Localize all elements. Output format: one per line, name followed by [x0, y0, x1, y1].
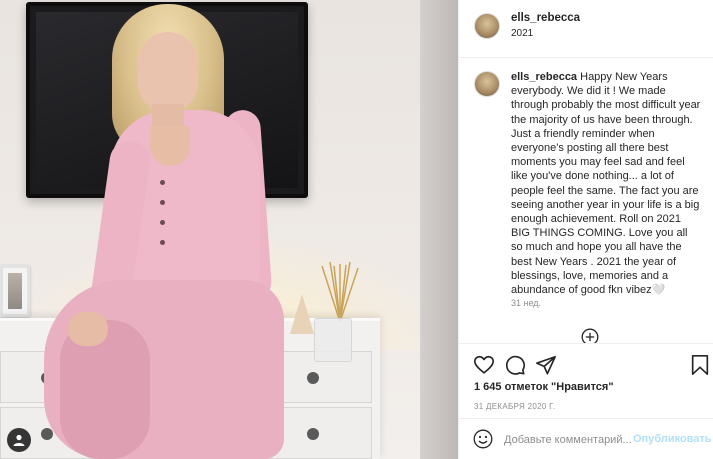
emoji-icon[interactable] [473, 429, 493, 449]
person-hand [68, 312, 108, 346]
plus-circle-icon[interactable] [581, 328, 599, 343]
caption-timestamp[interactable]: 31 нед. [511, 298, 541, 308]
person-neckline [150, 126, 190, 166]
caption: ells_rebecca Happy New Years everybody. … [511, 70, 701, 297]
comment-icon[interactable] [504, 354, 526, 376]
bookmark-icon[interactable] [689, 354, 711, 376]
reed-diffuser-jar [314, 318, 352, 362]
post-header: ells_rebecca 2021 [459, 0, 713, 58]
post-actions: 1 645 отметок "Нравится" 31 ДЕКАБРЯ 2020… [459, 343, 713, 415]
frame-picture [8, 273, 22, 309]
caption-section: ells_rebecca Happy New Years everybody. … [459, 58, 713, 343]
header-username[interactable]: ells_rebecca [511, 12, 580, 24]
wall-edge [420, 0, 458, 459]
share-icon[interactable] [535, 354, 557, 376]
header-subtitle[interactable]: 2021 [511, 28, 533, 39]
drawer-knob [41, 428, 53, 440]
person-face [138, 32, 198, 112]
onesie-button [160, 240, 165, 245]
reed-diffuser-sticks [321, 262, 359, 322]
photo-frame [0, 265, 30, 317]
publish-button[interactable]: Опубликовать [633, 433, 712, 445]
caption-username[interactable]: ells_rebecca [511, 71, 577, 83]
heart-icon[interactable] [473, 354, 495, 376]
avatar[interactable] [474, 13, 500, 39]
onesie-button [160, 200, 165, 205]
user-icon [13, 434, 25, 446]
comment-bar: Опубликовать [459, 418, 713, 459]
decor-tree [290, 294, 314, 334]
comment-input[interactable] [504, 431, 636, 449]
post-photo[interactable] [0, 0, 458, 459]
caption-text: Happy New Years everybody. We did it ! W… [511, 71, 701, 297]
post-date[interactable]: 31 ДЕКАБРЯ 2020 Г. [474, 402, 555, 411]
drawer-knob [307, 428, 319, 440]
tagged-user-button[interactable] [7, 428, 31, 452]
onesie-button [160, 220, 165, 225]
avatar[interactable] [474, 71, 500, 97]
post-details-panel: ells_rebecca 2021 ells_rebecca Happy New… [458, 0, 713, 459]
likes-count[interactable]: 1 645 отметок "Нравится" [474, 381, 614, 393]
drawer-knob [307, 372, 319, 384]
onesie-button [160, 180, 165, 185]
